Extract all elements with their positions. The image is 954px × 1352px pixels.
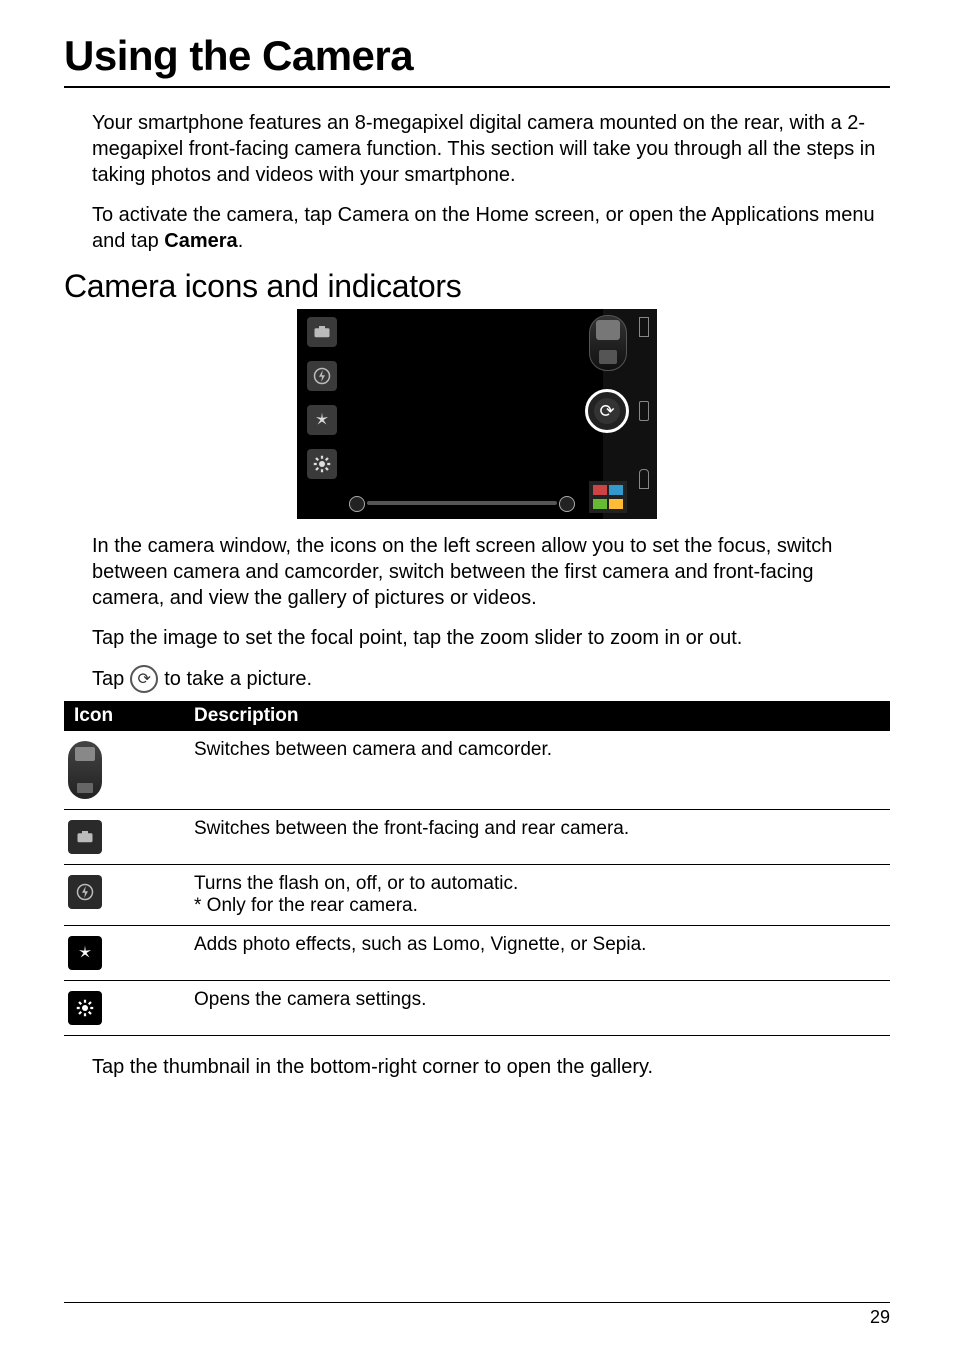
table-row: Opens the camera settings. (64, 981, 890, 1036)
shutter-icon: ⟳ (130, 665, 158, 693)
gallery-thumbnail-icon[interactable] (589, 481, 627, 513)
zoom-paragraph: Tap the image to set the focal point, ta… (92, 625, 890, 651)
camera-switch-icon[interactable] (589, 315, 627, 371)
front-rear-camera-icon[interactable] (307, 317, 337, 347)
nav-recent-icon (639, 469, 649, 489)
camera-window-paragraph: In the camera window, the icons on the l… (92, 533, 890, 611)
front-rear-camera-icon (68, 820, 102, 854)
subheading-camera-icons: Camera icons and indicators (64, 268, 890, 305)
title-divider (64, 86, 890, 88)
footer-divider (64, 1302, 890, 1303)
table-row: Turns the flash on, off, or to automatic… (64, 865, 890, 926)
table-header-icon: Icon (64, 701, 184, 731)
table-row: Switches between the front-facing and re… (64, 810, 890, 865)
table-cell-desc: Switches between the front-facing and re… (184, 810, 890, 865)
table-cell-desc: Turns the flash on, off, or to automatic… (184, 865, 890, 926)
shutter-button[interactable]: ⟳ (585, 389, 629, 433)
table-cell-desc: Opens the camera settings. (184, 981, 890, 1036)
nav-back-icon (639, 317, 649, 337)
table-row: Adds photo effects, such as Lomo, Vignet… (64, 926, 890, 981)
gallery-paragraph: Tap the thumbnail in the bottom-right co… (92, 1054, 890, 1080)
activate-text-after: . (238, 230, 244, 252)
page-number: 29 (64, 1307, 890, 1328)
page-title: Using the Camera (64, 32, 890, 80)
icon-description-table: Icon Description Switches between camera… (64, 701, 890, 1036)
flash-icon[interactable] (307, 361, 337, 391)
flash-icon (68, 875, 102, 909)
camera-switch-icon (68, 741, 102, 799)
activate-text-bold: Camera (164, 230, 237, 252)
take-picture-line: Tap ⟳ to take a picture. (92, 665, 890, 693)
settings-icon[interactable] (307, 449, 337, 479)
effects-icon (68, 936, 102, 970)
zoom-slider[interactable] (367, 501, 557, 505)
activate-paragraph: To activate the camera, tap Camera on th… (92, 202, 890, 254)
camera-screenshot: ⟳ (64, 309, 890, 519)
intro-paragraph: Your smartphone features an 8-megapixel … (92, 110, 890, 188)
take-picture-after: to take a picture. (164, 668, 312, 691)
effects-icon[interactable] (307, 405, 337, 435)
table-cell-desc: Switches between camera and camcorder. (184, 731, 890, 810)
table-header-description: Description (184, 701, 890, 731)
table-cell-desc: Adds photo effects, such as Lomo, Vignet… (184, 926, 890, 981)
take-picture-before: Tap (92, 668, 124, 691)
settings-icon (68, 991, 102, 1025)
nav-home-icon (639, 401, 649, 421)
table-row: Switches between camera and camcorder. (64, 731, 890, 810)
